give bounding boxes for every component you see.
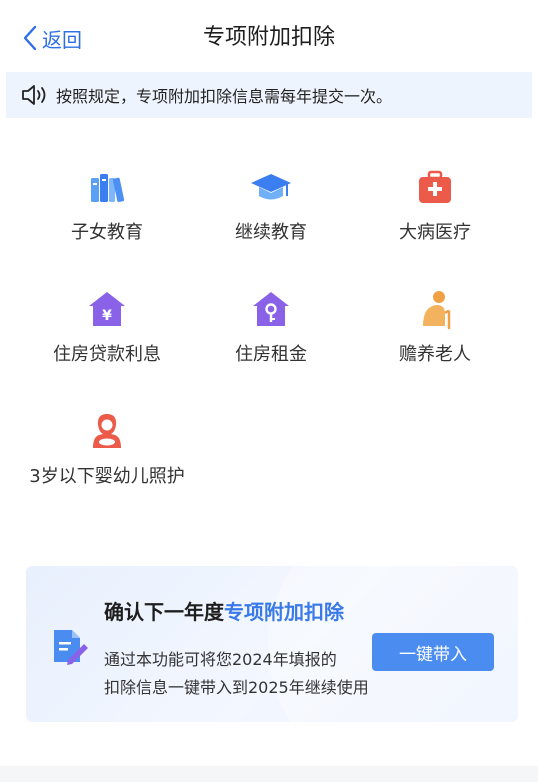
bring-forward-card: 确认下一年度专项附加扣除 通过本功能可将您2024年填报的 扣除信息一键带入到2… (26, 566, 518, 722)
notice-bar: 按照规定，专项附加扣除信息需每年提交一次。 (6, 72, 532, 118)
card-desc-line2: 扣除信息一键带入到2025年继续使用 (104, 678, 369, 697)
card-description: 通过本功能可将您2024年填报的 扣除信息一键带入到2025年继续使用 (104, 646, 394, 702)
card-title-highlight: 专项附加扣除 (224, 600, 344, 624)
item-child-education[interactable]: 子女教育 (22, 166, 192, 248)
notice-text: 按照规定，专项附加扣除信息需每年提交一次。 (56, 87, 393, 106)
item-continuing-education[interactable]: 继续教育 (186, 166, 356, 248)
item-label: 子女教育 (71, 222, 143, 243)
graduation-cap-icon (251, 174, 291, 200)
item-mortgage-interest[interactable]: ¥ 住房贷款利息 (22, 288, 192, 370)
item-label: 住房租金 (235, 344, 307, 365)
item-label: 大病医疗 (399, 222, 471, 243)
books-icon (91, 174, 125, 203)
bottom-divider (0, 766, 538, 782)
nav-bar: 返回 专项附加扣除 (0, 0, 538, 72)
elderly-icon (423, 291, 451, 330)
svg-text:¥: ¥ (102, 308, 112, 324)
item-housing-rent[interactable]: 住房租金 (186, 288, 356, 370)
medical-kit-icon (419, 170, 451, 203)
page-title: 专项附加扣除 (202, 25, 335, 50)
infant-care-icon (93, 414, 121, 448)
speaker-icon (22, 85, 46, 105)
house-key-icon (253, 292, 289, 326)
item-label: 住房贷款利息 (53, 344, 161, 365)
item-label: 继续教育 (235, 222, 307, 243)
house-yuan-icon: ¥ (89, 292, 125, 326)
item-infant-care[interactable]: 3岁以下婴幼儿照护 (22, 410, 192, 492)
card-title: 确认下一年度专项附加扣除 (104, 596, 344, 625)
card-title-prefix: 确认下一年度 (104, 600, 224, 624)
item-elderly-support[interactable]: 赡养老人 (350, 288, 520, 370)
item-label: 赡养老人 (399, 344, 471, 365)
document-edit-icon (54, 630, 88, 665)
item-serious-illness[interactable]: 大病医疗 (350, 166, 520, 248)
card-desc-line1: 通过本功能可将您2024年填报的 (104, 650, 337, 669)
item-label: 3岁以下婴幼儿照护 (29, 466, 185, 487)
one-click-import-button[interactable]: 一键带入 (372, 633, 494, 671)
